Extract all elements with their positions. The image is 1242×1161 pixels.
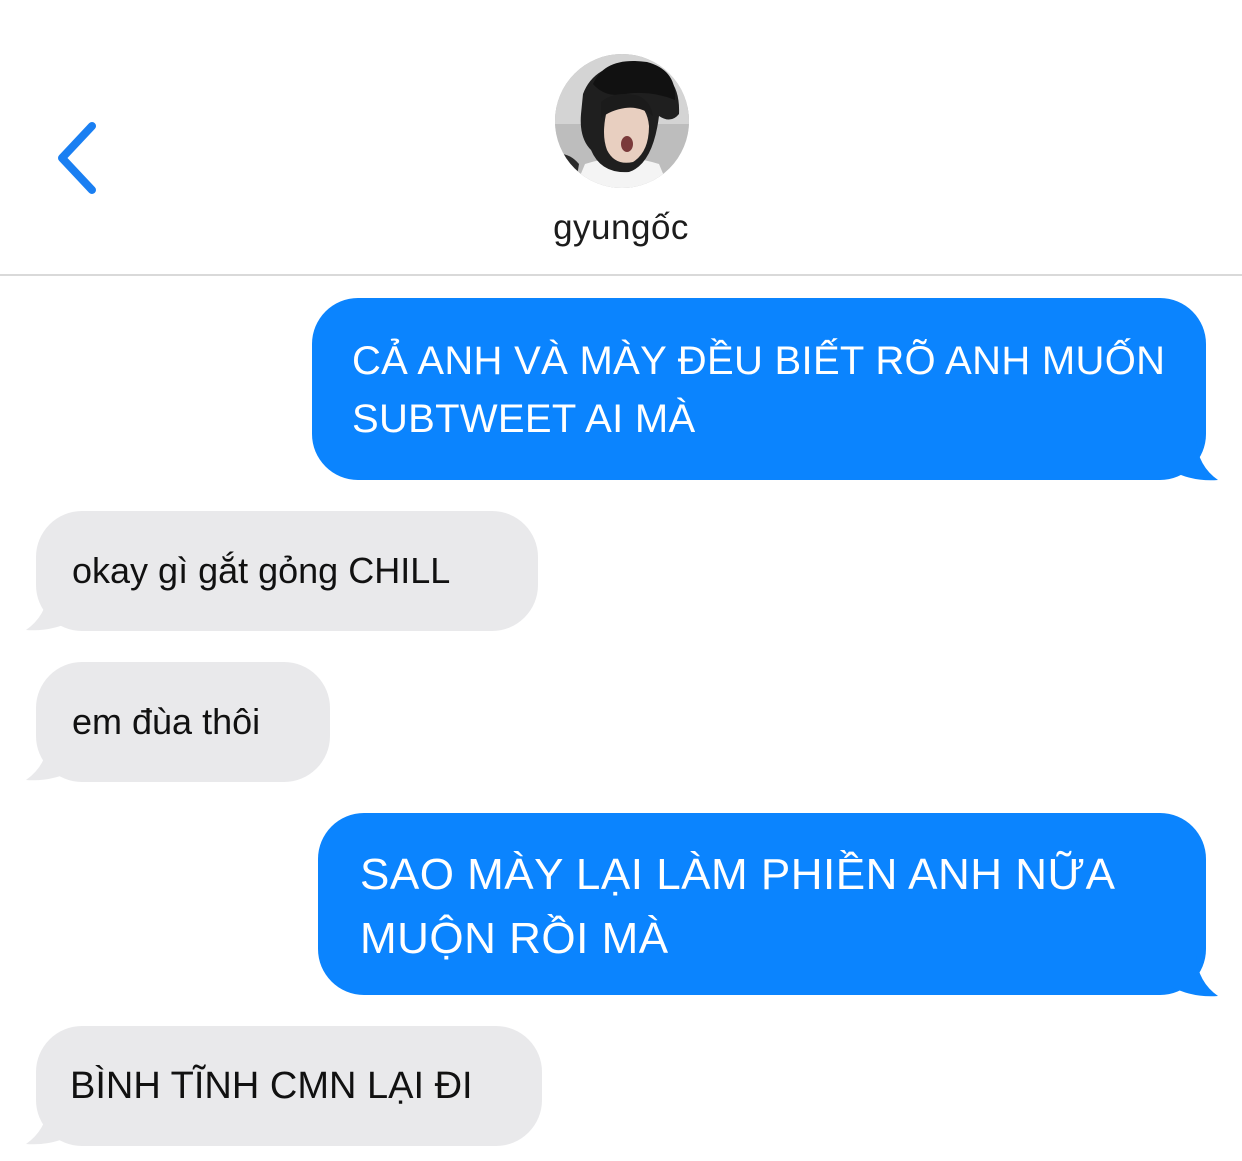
message-text: okay gì gắt gỏng CHILL <box>72 550 451 591</box>
message-text: BÌNH TĨNH CMN LẠI ĐI <box>70 1065 473 1107</box>
message-text: SAO MÀY LẠI LÀM PHIỀN ANH NỮA MUỘN RỒI M… <box>360 850 1116 963</box>
sent-message-bubble[interactable]: SAO MÀY LẠI LÀM PHIỀN ANH NỮA MUỘN RỒI M… <box>318 813 1206 995</box>
received-message-bubble[interactable]: okay gì gắt gỏng CHILL <box>36 511 538 631</box>
back-button[interactable] <box>48 116 108 200</box>
contact-avatar[interactable] <box>555 54 689 188</box>
messages-screen: gyungốc CẢ ANH VÀ MÀY ĐỀU BIẾT RÕ ANH MU… <box>0 0 1242 1161</box>
bubble-tail-left <box>26 592 74 631</box>
avatar-photo-icon <box>555 54 689 188</box>
message-text: em đùa thôi <box>72 701 261 742</box>
received-message-bubble[interactable]: BÌNH TĨNH CMN LẠI ĐI <box>36 1026 542 1146</box>
bubble-tail-left <box>26 1106 74 1145</box>
bubble-tail-right <box>1170 440 1218 481</box>
contact-name: gyungốc <box>553 208 689 247</box>
chevron-left-icon <box>58 122 96 194</box>
sent-message-bubble[interactable]: CẢ ANH VÀ MÀY ĐỀU BIẾT RÕ ANH MUỐN SUBTW… <box>312 298 1206 480</box>
bubble-tail-right <box>1170 956 1218 997</box>
received-message-bubble[interactable]: em đùa thôi <box>36 662 330 782</box>
message-list: CẢ ANH VÀ MÀY ĐỀU BIẾT RÕ ANH MUỐN SUBTW… <box>0 276 1242 1161</box>
conversation-header: gyungốc <box>0 0 1242 276</box>
message-text: CẢ ANH VÀ MÀY ĐỀU BIẾT RÕ ANH MUỐN SUBTW… <box>352 339 1166 441</box>
bubble-tail-left <box>26 742 74 781</box>
